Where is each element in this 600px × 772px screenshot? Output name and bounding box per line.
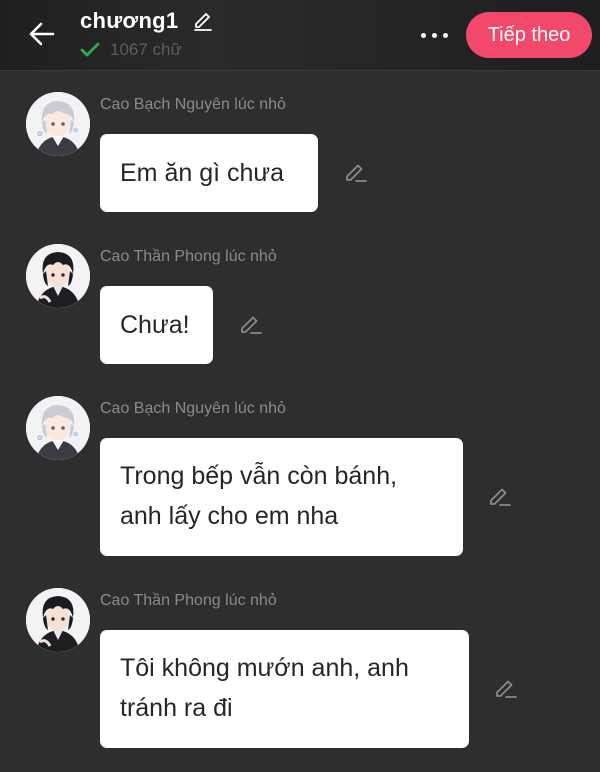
sender-name: Cao Thần Phong lúc nhỏ	[100, 592, 277, 609]
message-bubble[interactable]: Chưa!	[100, 286, 213, 364]
check-icon	[80, 41, 100, 59]
message-line: Chưa!	[120, 311, 190, 339]
message-line: Trong bếp vẫn còn bánh,	[120, 462, 398, 490]
sender-name: Cao Bạch Nguyên lúc nhỏ	[100, 96, 286, 113]
svg-text:✿: ✿	[73, 127, 78, 134]
more-dots-icon	[431, 32, 437, 38]
arrow-left-icon	[29, 22, 55, 46]
next-button[interactable]: Tiếp theo	[466, 12, 592, 58]
more-dots-icon	[420, 32, 426, 38]
light-haired-boy-avatar[interactable]: ✿ ✿	[26, 396, 90, 460]
svg-text:✿: ✿	[73, 431, 78, 438]
message-line: Em ăn gì chưa	[120, 159, 285, 187]
pencil-icon[interactable]	[486, 484, 512, 510]
message-bubble[interactable]: Trong bếp vẫn còn bánh, anh lấy cho em n…	[100, 438, 463, 556]
pencil-icon	[194, 13, 213, 31]
sender-name: Cao Thần Phong lúc nhỏ	[100, 248, 277, 265]
light-haired-boy-avatar[interactable]: ✿ ✿	[26, 92, 90, 156]
chapter-title: chương1	[80, 8, 179, 33]
svg-text:✿: ✿	[37, 130, 43, 138]
edit-title-button[interactable]	[190, 8, 216, 34]
sender-name: Cao Bạch Nguyên lúc nhỏ	[100, 400, 286, 417]
message-bubble[interactable]: Tôi không mướn anh, anh tránh ra đi	[100, 630, 469, 748]
chapter-header: chương1 1067 chữ	[80, 8, 216, 60]
word-count: 1067 chữ	[110, 40, 182, 59]
top-bar: chương1 1067 chữ Tiếp theo	[0, 0, 600, 71]
message-line: tránh ra đi	[120, 694, 233, 722]
back-button[interactable]	[22, 14, 62, 54]
message-bubble[interactable]: Em ăn gì chưa	[100, 134, 318, 212]
dark-haired-boy-avatar[interactable]	[26, 244, 90, 308]
message-line: anh lấy cho em nha	[120, 502, 339, 530]
dark-haired-boy-avatar[interactable]	[26, 588, 90, 652]
more-dots-icon	[442, 32, 448, 38]
pencil-icon[interactable]	[342, 160, 368, 186]
more-options-button[interactable]	[412, 22, 456, 48]
pencil-icon[interactable]	[237, 312, 263, 338]
pencil-icon[interactable]	[492, 676, 518, 702]
message-line: Tôi không mướn anh, anh	[120, 654, 409, 682]
svg-text:✿: ✿	[37, 434, 43, 442]
